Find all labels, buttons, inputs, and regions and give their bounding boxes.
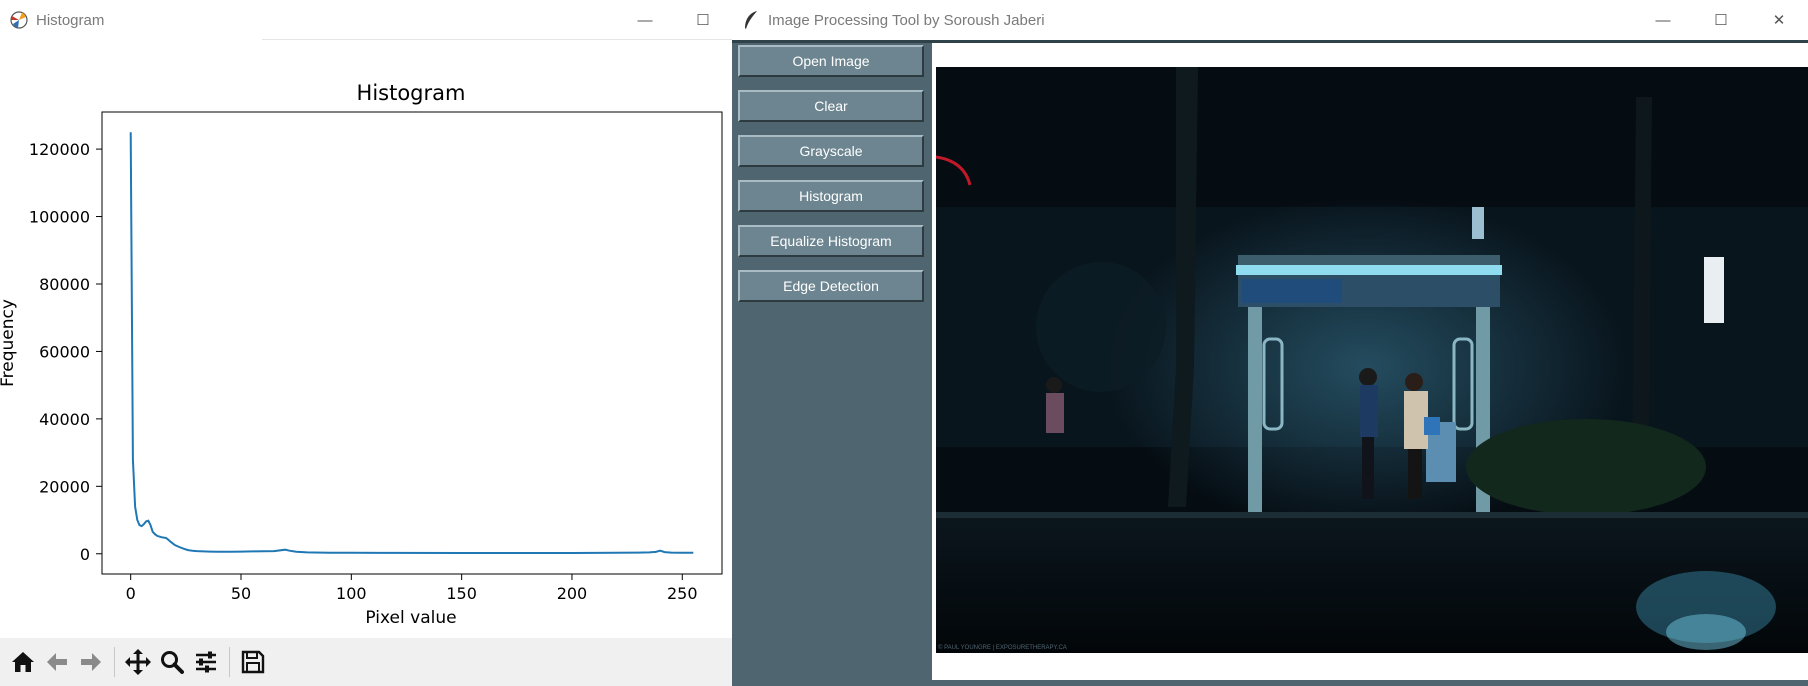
pan-icon[interactable] (121, 645, 155, 679)
plot-area (101, 111, 723, 575)
x-tick-label: 200 (557, 584, 588, 603)
x-axis-label: Pixel value (365, 608, 456, 628)
histogram-window-title: Histogram (36, 11, 105, 29)
chart-title: Histogram (357, 81, 466, 105)
x-tick-label: 0 (126, 584, 136, 603)
button-panel: Open Image Clear Grayscale Histogram Equ… (732, 43, 932, 686)
matplotlib-icon (8, 9, 30, 31)
back-icon[interactable] (40, 645, 74, 679)
minimize-button[interactable]: — (616, 0, 674, 40)
y-axis-ticks: 0 20000 40000 60000 80000 100000 120000 (29, 140, 102, 564)
y-tick-label: 40000 (39, 410, 90, 429)
histogram-titlebar[interactable]: Histogram — ☐ (0, 0, 732, 40)
y-tick-label: 80000 (39, 275, 90, 294)
y-tick-label: 0 (80, 545, 90, 564)
loaded-photo: © PAUL YOUNGRE | EXPOSURETHERAPY.CA (936, 67, 1808, 653)
histogram-figure: Histogram Pixel value Frequency 0 50 100 15… (0, 40, 732, 638)
edge-detection-button[interactable]: Edge Detection (738, 270, 924, 302)
histogram-window: Histogram — ☐ Histogram Pixel value Freq… (0, 0, 732, 686)
clear-button[interactable]: Clear (738, 90, 924, 122)
x-tick-label: 100 (336, 584, 367, 603)
close-button[interactable]: ✕ (1750, 0, 1808, 40)
open-image-button[interactable]: Open Image (738, 45, 924, 77)
image-processing-window: Image Processing Tool by Soroush Jaberi … (732, 0, 1808, 686)
feather-icon (740, 9, 762, 31)
y-tick-label: 20000 (39, 477, 90, 496)
photo-credit: © PAUL YOUNGRE | EXPOSURETHERAPY.CA (938, 645, 1067, 651)
zoom-icon[interactable] (155, 645, 189, 679)
configure-icon[interactable] (189, 645, 223, 679)
ip-window-title: Image Processing Tool by Soroush Jaberi (768, 11, 1045, 29)
save-icon[interactable] (236, 645, 270, 679)
grayscale-button[interactable]: Grayscale (738, 135, 924, 167)
night-street-photo (936, 67, 1808, 653)
x-tick-label: 150 (446, 584, 477, 603)
x-axis-ticks: 0 50 100 150 200 250 (126, 574, 698, 603)
home-icon[interactable] (6, 645, 40, 679)
image-canvas[interactable]: © PAUL YOUNGRE | EXPOSURETHERAPY.CA (932, 43, 1808, 680)
ip-titlebar[interactable]: Image Processing Tool by Soroush Jaberi … (732, 0, 1808, 40)
equalize-histogram-button[interactable]: Equalize Histogram (738, 225, 924, 257)
histogram-chart: Histogram Pixel value Frequency 0 50 100 15… (0, 81, 723, 628)
y-tick-label: 100000 (29, 208, 90, 227)
y-tick-label: 120000 (29, 140, 90, 159)
y-axis-label: Frequency (0, 299, 18, 387)
x-tick-label: 50 (231, 584, 251, 603)
x-tick-label: 250 (667, 584, 698, 603)
maximize-button[interactable]: ☐ (674, 0, 732, 40)
forward-icon[interactable] (74, 645, 108, 679)
histogram-button[interactable]: Histogram (738, 180, 924, 212)
navigation-toolbar (0, 638, 732, 686)
maximize-button[interactable]: ☐ (1692, 0, 1750, 40)
minimize-button[interactable]: — (1634, 0, 1692, 40)
y-tick-label: 60000 (39, 342, 90, 361)
